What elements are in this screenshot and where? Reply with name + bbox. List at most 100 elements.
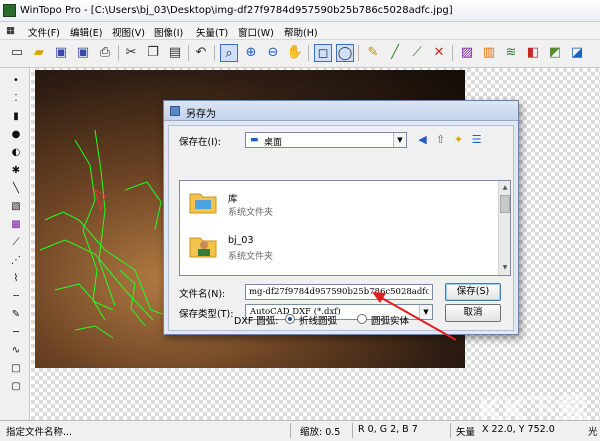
desktop-icon: ▬ bbox=[250, 135, 259, 145]
tool-zigzag-icon[interactable]: ⌇ bbox=[9, 272, 23, 286]
menu-view[interactable]: 视图(V) bbox=[112, 25, 145, 39]
tool-block-icon[interactable]: ▮ bbox=[9, 110, 23, 124]
pan-hand-icon[interactable]: ✋ bbox=[286, 44, 304, 62]
status-trailing: 光 bbox=[588, 427, 598, 438]
file-list-scrollbar[interactable]: ▲ ▼ bbox=[498, 181, 510, 275]
save-in-combo[interactable]: ▬ 桌面 ▼ bbox=[245, 132, 407, 148]
erase-icon[interactable]: ✕ bbox=[430, 44, 448, 62]
window-title: WinTopo Pro - [C:\Users\bj_03\Desktop\im… bbox=[20, 5, 453, 16]
cut-icon[interactable]: ✂ bbox=[122, 44, 140, 62]
undo-icon[interactable]: ↶ bbox=[192, 44, 210, 62]
menu-edit[interactable]: 编辑(E) bbox=[70, 25, 102, 39]
status-coords: X 22.0, Y 752.0 bbox=[482, 424, 555, 435]
cancel-button[interactable]: 取消 bbox=[445, 304, 501, 322]
tool-color-icon[interactable]: ▩ bbox=[9, 218, 23, 232]
paste-icon[interactable]: ▤ bbox=[166, 44, 184, 62]
status-hint: 指定文件名称... bbox=[6, 427, 73, 438]
print-icon[interactable]: ⎙ bbox=[96, 44, 114, 62]
radio-polyline-arc[interactable] bbox=[285, 314, 295, 324]
chevron-down-icon[interactable]: ▼ bbox=[419, 305, 432, 319]
tool-circle-icon[interactable]: ● bbox=[9, 128, 23, 142]
dialog-title: 另存为 bbox=[186, 109, 216, 120]
tool-rect-icon[interactable]: □ bbox=[9, 362, 23, 376]
file-desc: 系统文件夹 bbox=[228, 208, 274, 218]
save-icon[interactable]: ▣ bbox=[52, 44, 70, 62]
smooth-icon[interactable]: ≋ bbox=[502, 44, 520, 62]
pencil-icon[interactable]: ✎ bbox=[364, 44, 382, 62]
zoom-in-icon[interactable]: ⊕ bbox=[242, 44, 260, 62]
tool-sparkle-icon[interactable]: ✱ bbox=[9, 164, 23, 178]
status-bar: 指定文件名称... 缩放: 0.5 R 0, G 2, B 7 矢量 X 22.… bbox=[0, 420, 600, 441]
menu-window[interactable]: 窗口(W) bbox=[238, 25, 274, 39]
chevron-down-icon[interactable]: ▼ bbox=[393, 133, 406, 147]
main-toolbar: ▭ ▰ ▣ ▣ ⎙ ✂ ❐ ▤ ↶ ⌕ ⊕ ⊖ ✋ ◻ ◯ ✎ ╱ ⟋ ✕ ▨ … bbox=[0, 40, 600, 68]
tool-frame-icon[interactable]: ▢ bbox=[9, 380, 23, 394]
tool-measure-icon[interactable]: ⋰ bbox=[9, 254, 23, 268]
new-folder-icon[interactable]: ✦ bbox=[451, 132, 466, 147]
tool-dash-icon[interactable]: ╌ bbox=[9, 290, 23, 304]
status-rgb: R 0, G 2, B 7 bbox=[358, 424, 418, 435]
status-zoom: 缩放: 0.5 bbox=[300, 427, 341, 438]
library-folder-icon bbox=[189, 193, 217, 214]
tool-diagonal-icon[interactable]: ╲ bbox=[9, 182, 23, 196]
menu-help[interactable]: 帮助(H) bbox=[284, 25, 318, 39]
tool-line-icon[interactable]: ─ bbox=[9, 326, 23, 340]
select-all-icon[interactable]: ◯ bbox=[336, 44, 354, 62]
tool-dot-icon[interactable]: • bbox=[9, 74, 23, 88]
user-folder-icon bbox=[189, 237, 217, 258]
save-button[interactable]: 保存(S) bbox=[445, 283, 501, 301]
tool-hatch-icon[interactable]: ▧ bbox=[9, 200, 23, 214]
radio-arc-entity-label[interactable]: 圆弧实体 bbox=[371, 313, 409, 327]
menu-vector[interactable]: 矢量(T) bbox=[196, 25, 228, 39]
menu-bar: ▦ 文件(F) 编辑(E) 视图(V) 图像(I) 矢量(T) 窗口(W) 帮助… bbox=[0, 22, 600, 40]
layers-icon[interactable]: ▥ bbox=[480, 44, 498, 62]
optimize-icon[interactable]: ◩ bbox=[546, 44, 564, 62]
new-icon[interactable]: ▭ bbox=[8, 44, 26, 62]
trace-icon[interactable]: ▨ bbox=[458, 44, 476, 62]
settings-icon[interactable]: ◪ bbox=[568, 44, 586, 62]
list-item[interactable]: bj_03 系统文件夹 bbox=[188, 231, 388, 265]
file-name: bj_03 bbox=[228, 235, 254, 246]
filename-value: mg-df27f9784d957590b25b786c5028adfc.dxf bbox=[249, 287, 429, 297]
back-icon[interactable]: ◀ bbox=[415, 132, 430, 147]
zoom-out-icon[interactable]: ⊖ bbox=[264, 44, 282, 62]
scroll-thumb[interactable] bbox=[500, 195, 510, 213]
zoom-window-icon[interactable]: ⌕ bbox=[220, 44, 238, 62]
scroll-up-icon[interactable]: ▲ bbox=[500, 183, 510, 193]
radio-arc-entity[interactable] bbox=[357, 314, 367, 324]
tool-half-circle-icon[interactable]: ◐ bbox=[9, 146, 23, 160]
dialog-body: 保存在(I): ▬ 桌面 ▼ ◀ ⇧ ✦ ☰ 库 系统文件夹 bj_03 系统文… bbox=[168, 125, 514, 331]
copy-icon[interactable]: ❐ bbox=[144, 44, 162, 62]
save-in-label: 保存在(I): bbox=[179, 137, 221, 148]
radio-polyline-arc-label[interactable]: 折线圆弧 bbox=[299, 313, 337, 327]
polyline-icon[interactable]: ⟋ bbox=[408, 44, 426, 62]
dialog-icon bbox=[170, 106, 180, 116]
file-name: 库 bbox=[228, 194, 238, 205]
tool-slash-icon[interactable]: ⟋ bbox=[9, 236, 23, 250]
tool-pen-icon[interactable]: ✎ bbox=[9, 308, 23, 322]
reduce-icon[interactable]: ◧ bbox=[524, 44, 542, 62]
save-as-icon[interactable]: ▣ bbox=[74, 44, 92, 62]
open-icon[interactable]: ▰ bbox=[30, 44, 48, 62]
up-folder-icon[interactable]: ⇧ bbox=[433, 132, 448, 147]
dxf-arc-label: DXF 圆弧: bbox=[234, 316, 279, 327]
dialog-title-bar[interactable]: 另存为 bbox=[164, 101, 518, 121]
save-in-value: 桌面 bbox=[264, 138, 283, 148]
tool-dots-icon[interactable]: ⁚ bbox=[9, 92, 23, 106]
select-icon[interactable]: ◻ bbox=[314, 44, 332, 62]
line-icon[interactable]: ╱ bbox=[386, 44, 404, 62]
tool-wave-icon[interactable]: ∿ bbox=[9, 344, 23, 358]
scroll-down-icon[interactable]: ▼ bbox=[500, 263, 510, 273]
menu-image[interactable]: 图像(I) bbox=[154, 25, 183, 39]
view-menu-icon[interactable]: ☰ bbox=[469, 132, 484, 147]
file-desc: 系统文件夹 bbox=[228, 252, 274, 262]
filetype-label: 保存类型(T): bbox=[179, 309, 234, 320]
save-as-dialog: 另存为 保存在(I): ▬ 桌面 ▼ ◀ ⇧ ✦ ☰ 库 系统文件夹 bj_03… bbox=[163, 100, 519, 335]
app-menu-icon[interactable]: ▦ bbox=[6, 25, 15, 36]
filename-input[interactable]: mg-df27f9784d957590b25b786c5028adfc.dxf bbox=[245, 284, 433, 300]
file-list[interactable]: 库 系统文件夹 bj_03 系统文件夹 ▲ ▼ bbox=[179, 180, 511, 276]
app-icon bbox=[3, 4, 16, 17]
menu-file[interactable]: 文件(F) bbox=[28, 25, 60, 39]
list-item[interactable]: 库 系统文件夹 bbox=[188, 187, 388, 221]
left-toolbar: • ⁚ ▮ ● ◐ ✱ ╲ ▧ ▩ ⟋ ⋰ ⌇ ╌ ✎ ─ ∿ □ ▢ bbox=[0, 68, 30, 420]
